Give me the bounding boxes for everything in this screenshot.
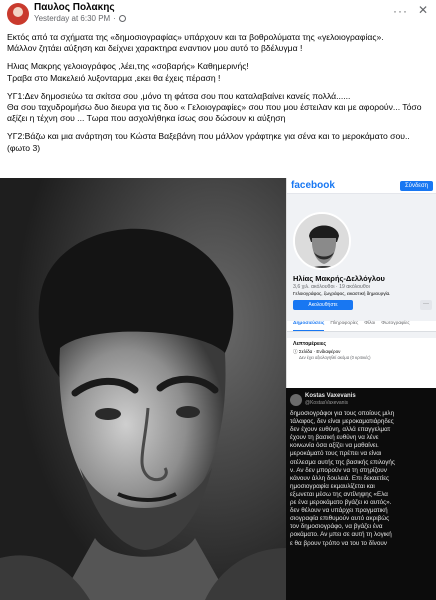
post-photo-tweet[interactable]: Kostas Vaxevanis @KostasVaxevanis δημοσι…	[286, 388, 436, 600]
profile-stats: 3,6 χιλ. ακόλουθοι · 19 ακόλουθοι	[293, 284, 370, 290]
profile-tabs: Δημοσιεύσεις Πληροφορίες Φίλοι Φωτογραφί…	[287, 321, 436, 332]
profile-name: Ηλίας Μακρής-Δελλόγλου	[293, 274, 385, 283]
post-photo-portrait[interactable]	[0, 178, 286, 600]
details-rating: Δεν έχει αξιολογηθεί ακόμα (0 κριτικές)	[299, 355, 371, 360]
tab-photos: Φωτογραφίες	[381, 321, 410, 326]
details-category: Σελίδα · Ενδιαφέρον	[298, 349, 341, 354]
post-paragraph: Εκτός από τα σχήματα της «δημοσιογραφίας…	[7, 32, 384, 54]
follow-button: Ακολουθήστε	[293, 300, 353, 310]
tweet-author-name: Kostas Vaxevanis	[305, 393, 356, 399]
profile-more-button: ···	[420, 300, 432, 310]
post-meta: Yesterday at 6:30 PM ·	[34, 14, 126, 23]
portrait-image	[0, 178, 286, 600]
facebook-logo: facebook	[291, 180, 335, 191]
login-button: Σύνδεση	[399, 181, 433, 191]
tweet-author-handle: @KostasVaxevanis	[305, 400, 349, 406]
author-avatar[interactable]	[7, 3, 29, 25]
profile-picture	[293, 212, 351, 270]
tab-about: Πληροφορίες	[330, 321, 359, 326]
post-text: Εκτός από τα σχήματα της «δημοσιογραφίας…	[7, 32, 429, 161]
tweet-avatar	[290, 394, 302, 406]
globe-icon	[118, 15, 126, 22]
profile-description: Γελοιογράφος, ζωγράφος, εικαστική δημιου…	[293, 291, 391, 296]
fb-topbar: facebook Σύνδεση	[287, 178, 436, 194]
tab-friends: Φίλοι	[364, 321, 376, 326]
details-title: Λεπτομέρειες	[293, 341, 327, 347]
author-name[interactable]: Παυλος Πολακης	[34, 2, 115, 13]
post-paragraph: Ηλιας Μακρης γελοιογράφος ,λέει,της «σοβ…	[7, 61, 249, 83]
tweet-body: δημοσιογράφοι για τους οποίους μιλη τάλα…	[290, 410, 395, 547]
close-icon[interactable]: ✕	[418, 3, 428, 17]
post-photo-fb-profile[interactable]: facebook Σύνδεση Ηλίας Μακρής-Δελλόγλου …	[286, 178, 436, 388]
tab-posts: Δημοσιεύσεις	[293, 321, 325, 331]
post-paragraph: ΥΓ1:Δεν δημοσιεύω τα σκίτσα σου ,μόνο τη…	[7, 90, 422, 124]
post-timestamp[interactable]: Yesterday at 6:30 PM	[34, 14, 110, 23]
post-header: Παυλος Πολακης Yesterday at 6:30 PM · ··…	[0, 0, 436, 26]
more-options-button[interactable]: ···	[393, 4, 408, 18]
profile-details-card: Λεπτομέρειες ⓘ Σελίδα · Ενδιαφέρον Δεν έ…	[287, 338, 436, 388]
post-paragraph: ΥΓ2:Βάζω και μια ανάρτηση του Κώστα Βαξε…	[7, 131, 410, 153]
